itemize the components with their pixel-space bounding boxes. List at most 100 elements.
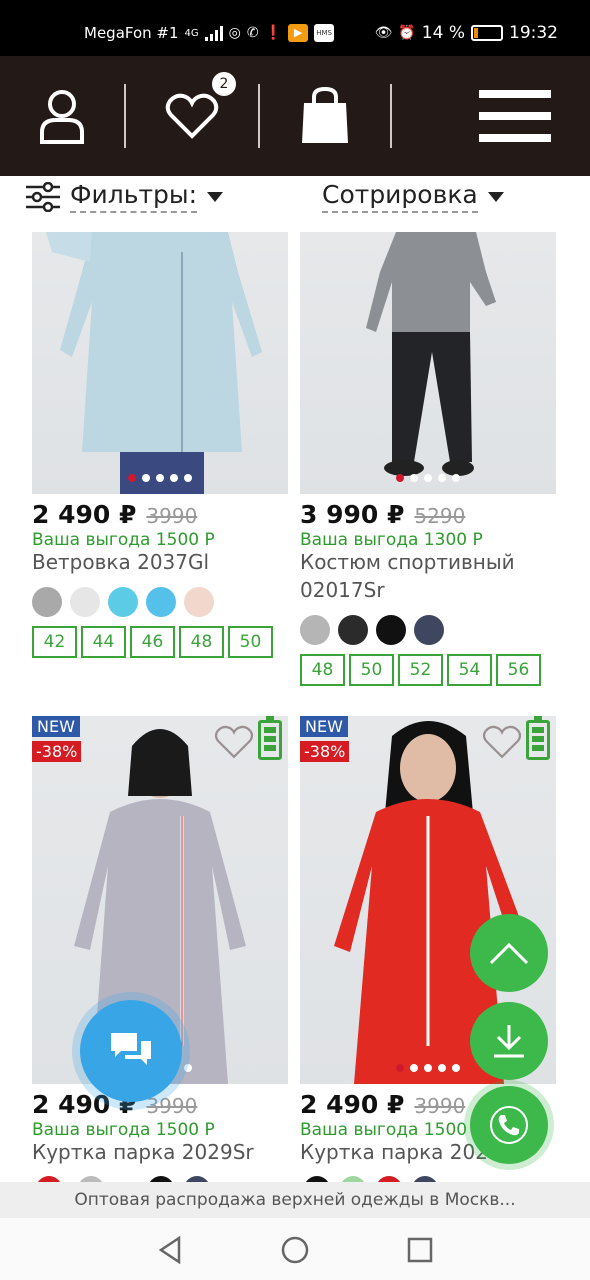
photo-pager (300, 474, 556, 482)
product-card[interactable]: NEW -38% 2 490 ₽ 3990 Ваша выгода 1500 Р… (32, 716, 288, 1176)
network-type: 4G (184, 27, 199, 39)
account-button[interactable] (0, 56, 124, 176)
sliders-icon (26, 181, 60, 212)
price: 2 490 ₽ (32, 500, 137, 529)
recents-square-icon (407, 1237, 433, 1263)
size-options: 48 50 52 54 56 (300, 654, 541, 686)
product-photo[interactable] (32, 232, 288, 494)
filters-label: Фильтры: (70, 180, 198, 213)
size-option[interactable]: 48 (179, 626, 224, 658)
filters-toggle[interactable]: Фильтры: (26, 180, 224, 213)
color-swatch[interactable] (32, 587, 62, 617)
color-swatch[interactable] (300, 615, 330, 645)
back-triangle-icon (158, 1236, 181, 1264)
product-card[interactable]: 2 490 ₽ 3990 Ваша выгода 1500 Р Ветровка… (32, 232, 288, 662)
size-option[interactable]: 42 (32, 626, 77, 658)
alert-icon: ❗ (264, 25, 283, 41)
favorites-count-badge: 2 (212, 72, 236, 96)
heart-icon[interactable] (214, 724, 254, 760)
discount-badge: -38% (32, 741, 82, 762)
app-icon: ▶ (288, 24, 309, 42)
whatsapp-icon: ✆ (246, 25, 259, 41)
size-option[interactable]: 56 (496, 654, 541, 686)
size-option[interactable]: 50 (228, 626, 273, 658)
battery-percent: 14 % (421, 23, 465, 43)
jacket-image (46, 232, 262, 494)
size-option[interactable]: 44 (81, 626, 126, 658)
size-options: 42 44 46 48 50 (32, 626, 273, 658)
color-swatch[interactable] (338, 615, 368, 645)
sort-label: Сотрировка (322, 180, 478, 213)
size-option[interactable]: 50 (349, 654, 394, 686)
size-option[interactable]: 46 (130, 626, 175, 658)
sort-toggle[interactable]: Сотрировка (322, 180, 504, 213)
new-badge: NEW (32, 716, 80, 737)
recents-button[interactable] (400, 1230, 440, 1270)
price: 3 990 ₽ (300, 500, 405, 529)
menu-button[interactable] (440, 56, 590, 176)
color-swatches (300, 615, 444, 645)
top-navigation: 2 (0, 56, 590, 176)
home-button[interactable] (275, 1230, 315, 1270)
price: 2 490 ₽ (300, 1090, 405, 1119)
color-swatch[interactable] (108, 587, 138, 617)
savings-text: Ваша выгода 1300 Р (300, 530, 483, 550)
chat-button[interactable] (80, 1000, 182, 1102)
product-name[interactable]: Куртка парка 2029 (300, 1140, 501, 1164)
status-right: 👁 ⏰ 14 % 19:32 (375, 23, 558, 43)
back-button[interactable] (150, 1230, 190, 1270)
old-price: 5290 (414, 504, 466, 528)
price-row: 2 490 ₽ 3990 (300, 1090, 465, 1119)
color-swatch[interactable] (70, 587, 100, 617)
scroll-up-button[interactable] (470, 914, 548, 992)
eye-icon: 👁 (374, 25, 393, 41)
old-price: 3990 (146, 504, 198, 528)
photo-pager (32, 474, 288, 482)
call-button[interactable] (470, 1086, 548, 1164)
user-icon (40, 90, 84, 144)
hms-icon: HMS (314, 24, 335, 42)
heart-icon[interactable] (482, 724, 522, 760)
chevron-down-icon (487, 191, 504, 202)
savings-text: Ваша выгода 1500 Р (32, 1120, 215, 1140)
price-row: 3 990 ₽ 5290 (300, 500, 465, 529)
heart-icon (165, 93, 219, 139)
product-card[interactable]: 3 990 ₽ 5290 Ваша выгода 1300 Р Костюм с… (300, 232, 556, 692)
page-title-bar[interactable]: Оптовая распродажа верхней одежды в Моск… (0, 1182, 590, 1218)
color-swatches (32, 587, 214, 617)
clock: 19:32 (509, 23, 558, 43)
page-title: Оптовая распродажа верхней одежды в Моск… (74, 1190, 516, 1210)
product-name[interactable]: Ветровка 2037Gl (32, 550, 209, 574)
signal-icon (204, 25, 223, 41)
product-name[interactable]: Костюм спортивный (300, 550, 515, 574)
chevron-up-icon (489, 942, 529, 965)
status-left: MegaFon #1 4G ◎ ✆ ❗ ▶ HMS (84, 24, 335, 42)
battery-status-icon (258, 716, 282, 760)
alarm-icon: ⏰ (398, 25, 416, 41)
nav-divider (390, 84, 392, 148)
download-button[interactable] (470, 1002, 548, 1080)
size-option[interactable]: 52 (398, 654, 443, 686)
new-badge: NEW (300, 716, 348, 737)
status-bar: MegaFon #1 4G ◎ ✆ ❗ ▶ HMS 👁 ⏰ 14 % 19:32 (0, 0, 590, 56)
size-option[interactable]: 54 (447, 654, 492, 686)
product-name[interactable]: Куртка парка 2029Sr (32, 1140, 254, 1164)
product-name-line2[interactable]: 02017Sr (300, 578, 385, 602)
suit-image (366, 232, 496, 476)
carrier-label: MegaFon #1 (84, 24, 179, 42)
product-photo[interactable] (300, 232, 556, 494)
cart-button[interactable] (260, 56, 390, 176)
savings-text: Ваша выгода 1500 (300, 1120, 468, 1140)
battery-icon (471, 25, 503, 41)
home-circle-icon (281, 1236, 309, 1264)
color-swatch[interactable] (184, 587, 214, 617)
favorites-button[interactable]: 2 (126, 56, 258, 176)
phone-icon (490, 1106, 528, 1144)
color-swatch[interactable] (146, 587, 176, 617)
color-swatch[interactable] (414, 615, 444, 645)
discount-badge: -38% (300, 741, 350, 762)
menu-icon (479, 90, 551, 142)
old-price: 3990 (414, 1094, 466, 1118)
size-option[interactable]: 48 (300, 654, 345, 686)
color-swatch[interactable] (376, 615, 406, 645)
